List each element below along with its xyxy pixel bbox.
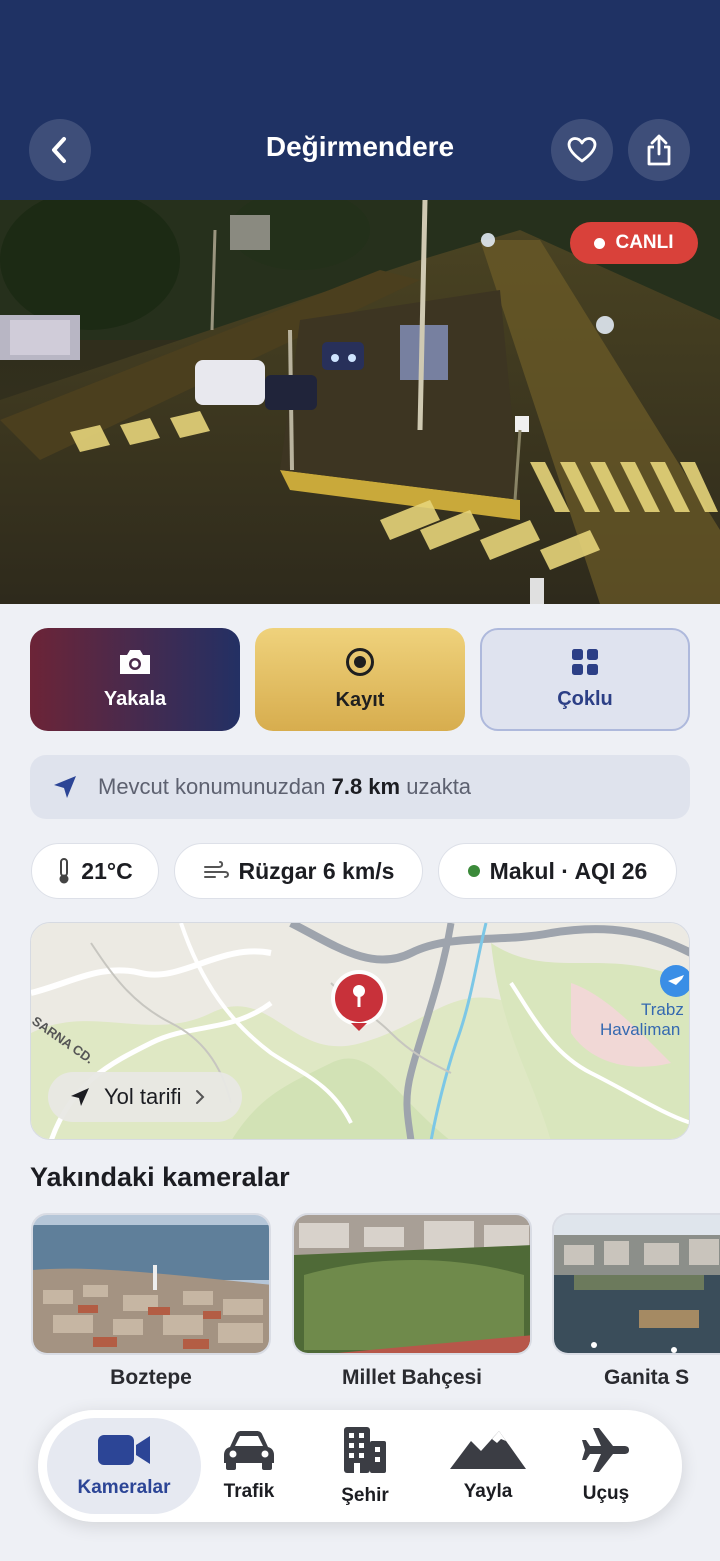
tab-flight[interactable]: Uçuş [556,1418,656,1514]
tab-label: Uçuş [582,1483,630,1504]
mountain-icon [450,1431,526,1469]
camera-thumbnail [294,1215,530,1353]
temperature-value: 21°C [81,857,133,884]
record-button-label: Kayıt [335,689,385,711]
record-button[interactable]: Kayıt [255,628,465,731]
nearby-camera-label: Boztepe [110,1366,192,1389]
camera-thumbnail [33,1215,269,1353]
wind-icon [203,861,229,878]
nearby-section-title: Yakındaki kameralar [30,1162,290,1192]
video-camera-icon [98,1435,150,1465]
airport-label-1: Trabz [641,1000,684,1019]
distance-value: 7.8 km [331,774,401,799]
multi-view-button[interactable]: Çoklu [480,628,690,731]
car-icon [224,1431,274,1470]
tab-label: Kameralar [77,1477,171,1498]
directions-button[interactable]: Yol tarifi [48,1072,242,1122]
airplane-icon [582,1428,629,1472]
app-header: Değirmendere [0,0,720,200]
record-icon [346,648,374,676]
distance-banner: Mevcut konumunuzdan 7.8 km uzakta [30,755,690,819]
multi-view-button-label: Çoklu [557,688,613,710]
air-quality-value: Makul · AQI 26 [489,857,648,884]
camera-thumbnail [554,1215,720,1353]
share-button[interactable] [628,119,690,181]
air-quality-chip: Makul · AQI 26 [438,843,677,899]
heart-icon [567,137,597,163]
live-badge: CANLI [570,222,698,264]
live-dot-icon [594,237,606,249]
favorite-button[interactable] [551,119,613,181]
building-icon [344,1427,386,1473]
nearby-camera-label: Millet Bahçesi [341,1366,483,1389]
distance-text: Mevcut konumunuzdan 7.8 km uzakta [98,774,472,799]
nearby-camera-card[interactable] [292,1213,532,1355]
directions-label: Yol tarifi [104,1084,182,1109]
wind-value: Rüzgar 6 km/s [238,857,395,884]
tab-city[interactable]: Şehir [315,1418,415,1514]
nearby-camera-card[interactable] [552,1213,720,1355]
grid-icon [572,649,598,675]
nearby-camera-card[interactable] [31,1213,271,1355]
share-icon [647,134,671,166]
live-badge-label: CANLI [615,232,674,253]
tab-label: Şehir [341,1485,389,1506]
capture-button[interactable]: Yakala [30,628,240,731]
tab-label: Trafik [223,1481,275,1502]
wind-chip: Rüzgar 6 km/s [174,843,423,899]
tab-traffic[interactable]: Trafik [196,1418,302,1514]
tab-label: Yayla [463,1481,513,1502]
nearby-camera-label: Ganita S [604,1366,690,1389]
chevron-right-icon [196,1090,205,1104]
air-quality-dot-icon [467,865,480,877]
airport-label-2: Havaliman [600,1020,680,1039]
location-arrow-icon [54,776,76,798]
navigation-arrow-icon [71,1088,89,1106]
camera-icon [120,650,150,674]
thermometer-icon [59,858,69,884]
capture-button-label: Yakala [103,688,167,710]
bottom-tab-bar: Kameralar Trafik Şehir Yayla Uçuş [38,1410,682,1522]
temperature-chip: 21°C [31,843,159,899]
tab-cameras[interactable]: Kameralar [47,1418,201,1514]
tab-highland[interactable]: Yayla [438,1418,538,1514]
